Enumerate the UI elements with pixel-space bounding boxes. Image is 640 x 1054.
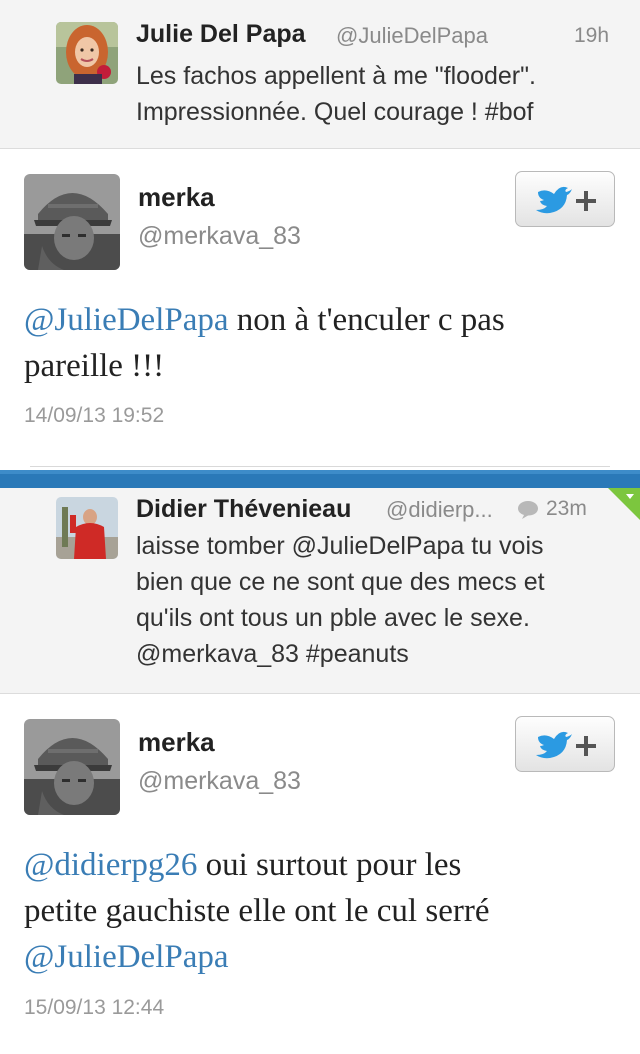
mention-link[interactable]: @JulieDelPapa [24,939,229,975]
conversation-divider [0,470,640,488]
avatar-julie-image [56,22,118,84]
separator [30,466,610,467]
reply-tweet-julie[interactable]: Julie Del Papa @JulieDelPapa 19h Les fac… [0,0,640,149]
tweet-text-line: petite gauchiste elle ont le cul serré [24,893,490,929]
reply-text-line: laisse tomber @JulieDelPapa tu vois [136,532,544,560]
tweet-detail-merka-2: merka @merkava_83 @didierpg26 oui surtou… [0,694,640,1054]
author-name[interactable]: merka [138,182,215,213]
new-indicator-icon [608,488,640,520]
tweet-date: 14/09/13 19:52 [24,404,165,427]
reply-text-line: qu'ils ont tous un pble avec le sexe. [136,604,530,632]
reply-text-line: @merkava_83 #peanuts [136,640,409,668]
author-handle[interactable]: @merkava_83 [138,767,301,796]
avatar-julie[interactable] [56,22,118,84]
reply-timestamp: 23m [546,497,587,520]
reply-text: laisse tomber @JulieDelPapa tu vois bien… [136,528,626,672]
tweet-detail-merka-1: merka @merkava_83 @JulieDelPapa non à t'… [0,149,640,467]
follow-button[interactable] [515,171,615,227]
tweet-text-line: pareille !!! [24,348,165,384]
follow-button[interactable] [515,716,615,772]
mention-link[interactable]: @didierpg26 [24,847,197,883]
reply-author-name[interactable]: Julie Del Papa [136,20,306,49]
reply-timestamp: 19h [574,24,610,47]
avatar-merka[interactable] [24,174,120,270]
reply-author-handle[interactable]: @JulieDelPapa [336,23,488,49]
reply-tweet-didier[interactable]: Didier Thévenieau @didierp... 23m laisse… [0,488,640,694]
reply-author-name[interactable]: Didier Thévenieau [136,495,351,524]
twitter-follow-icon [536,186,596,214]
twitter-follow-icon [536,731,596,759]
tweet-text-segment: non à t'enculer c pas [228,302,505,338]
tweet-date: 15/09/13 12:44 [24,996,165,1019]
mention-link[interactable]: @JulieDelPapa [24,302,229,338]
avatar-merka[interactable] [24,719,120,815]
author-name[interactable]: merka [138,727,215,758]
reply-author-handle[interactable]: @didierp... [386,497,493,523]
tweet-text: @didierpg26 oui surtout pour les petite … [24,842,624,980]
tweet-text-segment: oui surtout pour les [197,847,462,883]
reply-text-line: bien que ce ne sont que des mecs et [136,568,545,596]
reply-text: Les fachos appellent à me "flooder". Imp… [136,58,626,130]
tweet-text: @JulieDelPapa non à t'enculer c pas pare… [24,297,624,389]
author-handle[interactable]: @merkava_83 [138,222,301,251]
avatar-merka-image [24,174,120,270]
avatar-didier-image [56,497,118,559]
reply-text-line: Les fachos appellent à me "flooder". [136,62,536,90]
avatar-didier[interactable] [56,497,118,559]
reply-text-line: Impressionnée. Quel courage ! #bof [136,98,534,126]
avatar-merka-image [24,719,120,815]
comment-bubble-icon [518,501,538,519]
